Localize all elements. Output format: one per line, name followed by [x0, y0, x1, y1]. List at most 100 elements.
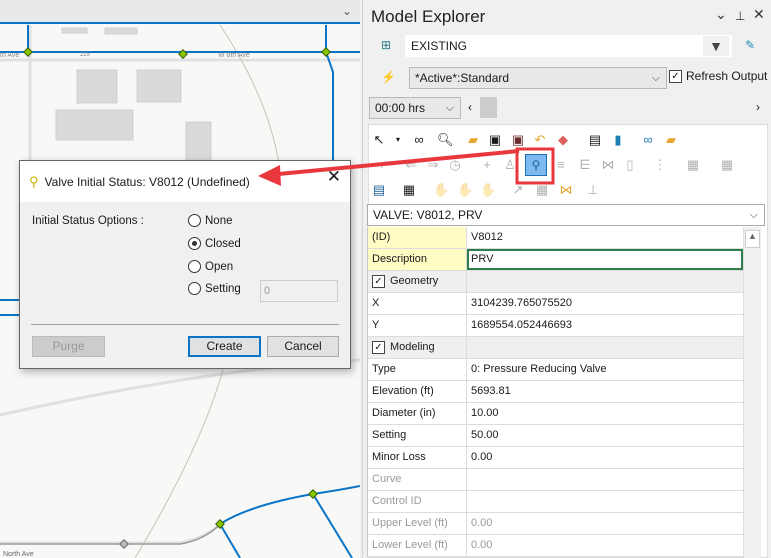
- radio-open[interactable]: Open: [188, 260, 233, 273]
- property-value[interactable]: 10.00: [467, 403, 743, 424]
- refresh-output-checkbox[interactable]: ✓ Refresh Output: [669, 69, 767, 83]
- pump-icon[interactable]: ⊥: [585, 182, 601, 198]
- dropdown-icon[interactable]: ▼: [703, 36, 729, 56]
- category-row[interactable]: ✓ Geometry: [368, 271, 743, 293]
- scroll-left-icon[interactable]: ‹: [468, 100, 472, 114]
- property-value[interactable]: V8012: [467, 227, 743, 248]
- person-icon[interactable]: ♙: [502, 157, 518, 173]
- property-value[interactable]: 0.00: [467, 535, 743, 556]
- time-slider-thumb[interactable]: [480, 97, 497, 118]
- save-new-icon[interactable]: ▣: [487, 132, 503, 148]
- property-row[interactable]: Description PRV: [368, 249, 743, 271]
- property-grid: (ID) V8012 Description PRV ✓ Geometry X 3104239…: [367, 227, 743, 557]
- scenario-select[interactable]: EXISTING ▼: [405, 35, 732, 57]
- property-row[interactable]: Type 0: Pressure Reducing Valve: [368, 359, 743, 381]
- setting-input[interactable]: 0: [260, 280, 338, 302]
- time-select[interactable]: 00:00 hrs ⌵: [369, 97, 461, 119]
- valve-initial-status-dialog: ⚲ Valve Initial Status: V8012 (Undefined…: [19, 160, 351, 369]
- scroll-right-icon[interactable]: ›: [756, 100, 760, 114]
- property-value[interactable]: 50.00: [467, 425, 743, 446]
- zoom-icon[interactable]: 🔍︎: [437, 132, 454, 148]
- link-icon[interactable]: ∞: [640, 132, 656, 148]
- hand-pipe-icon[interactable]: ✋: [457, 182, 473, 198]
- property-row[interactable]: Upper Level (ft) 0.00: [368, 513, 743, 535]
- valve-initial-status-icon[interactable]: ⚲: [525, 154, 547, 176]
- table-list-icon[interactable]: ▦: [719, 157, 735, 173]
- tank-list-icon[interactable]: ⋮: [652, 157, 668, 173]
- property-row[interactable]: Minor Loss 0.00: [368, 447, 743, 469]
- refresh-output-label: Refresh Output: [686, 69, 768, 83]
- property-value[interactable]: [467, 271, 743, 292]
- report-icon[interactable]: ▤: [587, 132, 603, 148]
- back-icon[interactable]: ⇐: [403, 157, 419, 173]
- tank-icon[interactable]: ▯: [622, 157, 638, 173]
- property-row[interactable]: Diameter (in) 10.00: [368, 403, 743, 425]
- purge-button[interactable]: Purge: [32, 336, 105, 357]
- radio-setting[interactable]: Setting: [188, 282, 241, 295]
- property-value[interactable]: [467, 337, 743, 358]
- vertical-scrollbar[interactable]: ▲: [743, 227, 761, 558]
- property-value[interactable]: 0: Pressure Reducing Valve: [467, 359, 743, 380]
- arrow-icon[interactable]: ⤳: [371, 157, 387, 173]
- alternative-select[interactable]: *Active*:Standard ⌵: [409, 67, 667, 89]
- radio-closed[interactable]: Closed: [188, 237, 241, 250]
- toolbar-row-1: ↖ ▾ ∞ 🔍︎ ▰ ▣ ▣ ↶ ◆ ▤ ▮ ∞ ▰: [367, 128, 765, 152]
- dropdown-icon[interactable]: ▾: [390, 132, 406, 148]
- property-row[interactable]: Setting 50.00: [368, 425, 743, 447]
- forward-icon[interactable]: ⇒: [425, 157, 441, 173]
- property-value[interactable]: 1689554.052446693: [467, 315, 743, 336]
- add-id-icon[interactable]: +: [479, 157, 495, 173]
- valve-control-icon[interactable]: ⋈: [600, 157, 616, 173]
- property-row[interactable]: Elevation (ft) 5693.81: [368, 381, 743, 403]
- property-value[interactable]: 0.00: [467, 447, 743, 468]
- property-row[interactable]: (ID) V8012: [368, 227, 743, 249]
- property-value[interactable]: 0.00: [467, 513, 743, 534]
- history-icon[interactable]: ◷: [447, 157, 463, 173]
- undo-icon[interactable]: ↶: [532, 132, 548, 148]
- property-row[interactable]: X 3104239.765075520: [368, 293, 743, 315]
- control-icon[interactable]: ≡: [553, 157, 569, 173]
- property-value[interactable]: 3104239.765075520: [467, 293, 743, 314]
- label-text: Upper Level (ft): [372, 517, 448, 529]
- pipe-table-icon[interactable]: ▦: [534, 182, 550, 198]
- pipe-control-icon[interactable]: ⋿: [577, 157, 593, 173]
- save-icon[interactable]: ▣: [510, 132, 526, 148]
- scroll-up-icon[interactable]: ▲: [745, 230, 760, 248]
- panel-menu-icon[interactable]: ⌄: [715, 6, 727, 23]
- property-row[interactable]: Curve: [368, 469, 743, 491]
- element-selector[interactable]: VALVE: V8012, PRV ⌵: [367, 204, 765, 226]
- edit-scenario-icon[interactable]: ✎: [745, 38, 755, 52]
- pin-icon[interactable]: ⊥: [735, 9, 745, 23]
- folder-chart-icon[interactable]: ▰: [663, 132, 679, 148]
- dialog-titlebar[interactable]: ⚲ Valve Initial Status: V8012 (Undefined…: [20, 161, 350, 202]
- radio-none[interactable]: None: [188, 214, 233, 227]
- close-icon[interactable]: ✕: [753, 6, 765, 23]
- radio-label: None: [205, 214, 233, 227]
- hand-valve-icon[interactable]: ✋: [480, 182, 496, 198]
- curve-icon[interactable]: ↗: [510, 182, 526, 198]
- eraser-icon[interactable]: ◆: [555, 132, 571, 148]
- property-value[interactable]: [467, 491, 743, 512]
- expand-checkbox[interactable]: ✓: [372, 341, 385, 354]
- property-value[interactable]: 5693.81: [467, 381, 743, 402]
- category-row[interactable]: ✓ Modeling: [368, 337, 743, 359]
- find-icon[interactable]: ∞: [411, 132, 427, 148]
- property-value[interactable]: PRV: [467, 249, 743, 270]
- view-icon[interactable]: ▤: [371, 182, 387, 198]
- select-icon[interactable]: ↖: [371, 132, 387, 148]
- expand-checkbox[interactable]: ✓: [372, 275, 385, 288]
- cancel-button[interactable]: Cancel: [267, 336, 339, 357]
- property-value[interactable]: [467, 469, 743, 490]
- calculator-icon[interactable]: ▦: [401, 182, 417, 198]
- table-icon[interactable]: ▦: [685, 157, 701, 173]
- open-folder-icon[interactable]: ▰: [465, 132, 481, 148]
- toolbar-row-2: ⤳ ⇐ ⇒ ◷ + ♙ ⚲ ≡ ⋿ ⋈ ▯ ⋮ ▦ ▦: [367, 153, 765, 177]
- hand-add-icon[interactable]: ✋: [433, 182, 449, 198]
- property-row[interactable]: Control ID: [368, 491, 743, 513]
- valve-table-icon[interactable]: ⋈: [558, 182, 574, 198]
- property-row[interactable]: Y 1689554.052446693: [368, 315, 743, 337]
- close-icon[interactable]: ✕: [327, 167, 341, 187]
- property-row[interactable]: Lower Level (ft) 0.00: [368, 535, 743, 557]
- chart-icon[interactable]: ▮: [610, 132, 626, 148]
- create-button[interactable]: Create: [188, 336, 261, 357]
